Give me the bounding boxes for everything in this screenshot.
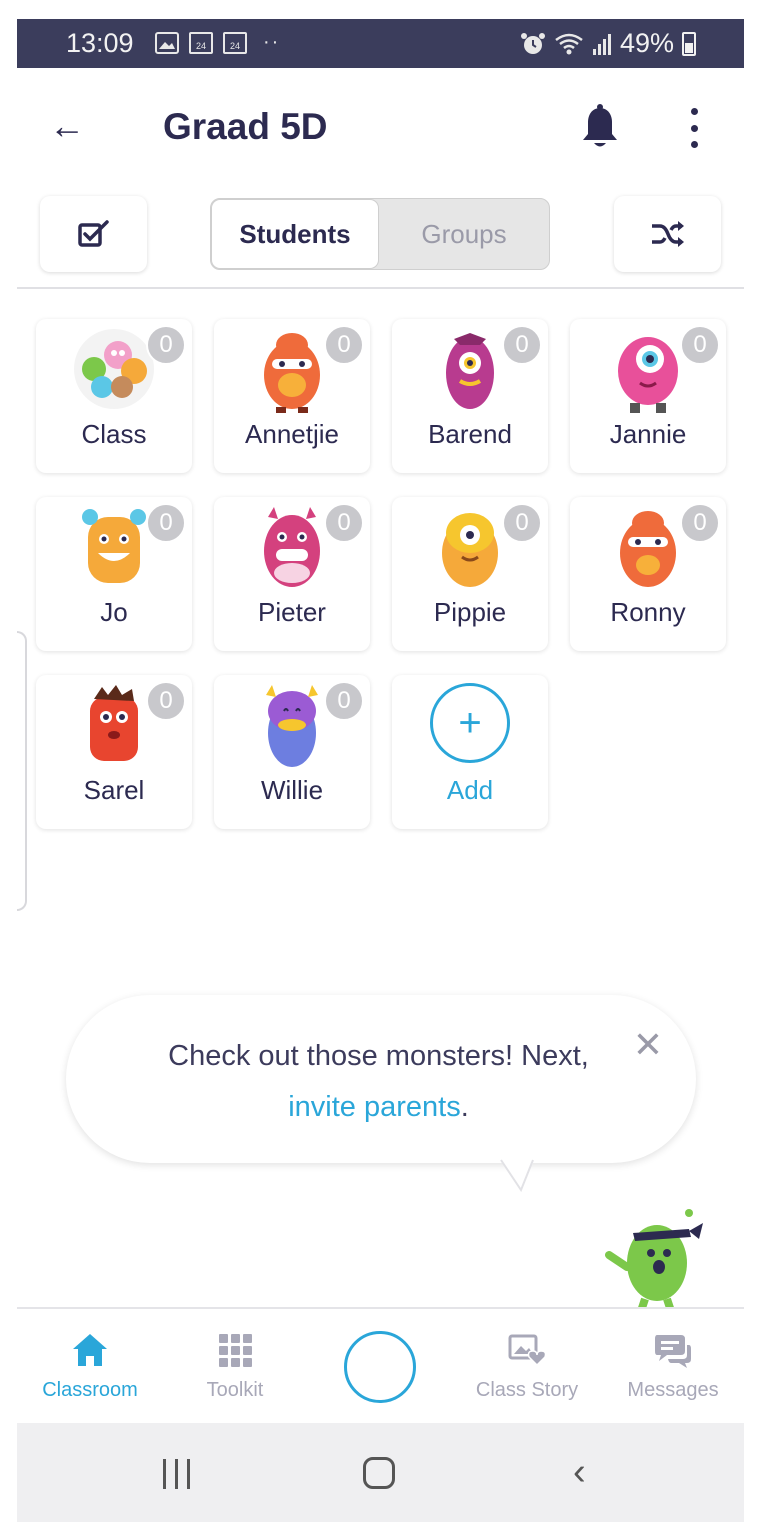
student-card-willie[interactable]: 0 Willie	[214, 675, 370, 829]
view-toggle: Students Groups	[210, 198, 550, 270]
page-title: Graad 5D	[163, 106, 328, 147]
monster-avatar	[266, 685, 318, 767]
nav-class-story[interactable]: Class Story	[471, 1309, 583, 1425]
monster-avatar	[446, 333, 494, 409]
app-screen: 13:09 24 24 ·· 49% ← Graad 5D Students G…	[17, 19, 744, 1522]
home-button-icon[interactable]	[363, 1457, 395, 1489]
student-card-barend[interactable]: 0 Barend	[392, 319, 548, 473]
nav-toolkit[interactable]: Toolkit	[189, 1309, 281, 1425]
tooltip-text-before: Check out those monsters! Next,	[168, 1040, 589, 1072]
recent-apps-icon[interactable]	[163, 1459, 190, 1489]
tab-groups[interactable]: Groups	[379, 199, 549, 269]
student-card-jannie[interactable]: 0 Jannie	[570, 319, 726, 473]
grid-icon	[219, 1334, 252, 1367]
student-card-ronny[interactable]: 0 Ronny	[570, 497, 726, 651]
center-action-button[interactable]	[344, 1331, 416, 1403]
student-name: Pippie	[433, 597, 507, 627]
student-card-class[interactable]: 0 Class	[36, 319, 192, 473]
news24-icon: 24	[223, 31, 247, 54]
student-name: Willie	[260, 775, 324, 805]
status-notification-icons: 24 24 ··	[155, 31, 280, 54]
points-badge: 0	[146, 325, 186, 365]
bottom-navigation: Classroom Toolkit Class Story Messages	[17, 1307, 744, 1423]
nav-label: Toolkit	[206, 1379, 264, 1401]
student-name: Jo	[100, 597, 128, 627]
points-badge: 0	[502, 503, 542, 543]
add-plus-icon: +	[430, 683, 510, 763]
class-group-avatar	[74, 329, 154, 409]
points-badge: 0	[324, 503, 364, 543]
tooltip-text: Check out those monsters! Next, invite p…	[106, 1031, 651, 1133]
points-badge: 0	[680, 503, 720, 543]
student-name: Jannie	[609, 419, 687, 449]
tab-students[interactable]: Students	[211, 199, 379, 269]
monster-avatar	[264, 333, 320, 413]
student-card-annetjie[interactable]: 0 Annetjie	[214, 319, 370, 473]
student-card-pieter[interactable]: 0 Pieter	[214, 497, 370, 651]
points-badge: 0	[680, 325, 720, 365]
monster-avatar	[82, 509, 146, 583]
back-arrow-icon[interactable]: ←	[49, 106, 95, 146]
chat-icon	[655, 1335, 691, 1368]
nav-label: Messages	[627, 1379, 719, 1401]
toolbar: Students Groups	[17, 196, 744, 288]
points-badge: 0	[324, 681, 364, 721]
points-badge: 0	[324, 325, 364, 365]
toolbar-divider	[17, 287, 744, 289]
points-badge: 0	[146, 681, 186, 721]
home-icon	[73, 1334, 107, 1366]
side-drawer-handle[interactable]	[17, 631, 27, 911]
nav-label: Class Story	[475, 1379, 579, 1401]
system-navigation-bar: ‹	[17, 1423, 744, 1522]
points-badge: 0	[502, 325, 542, 365]
more-vertical-icon[interactable]	[679, 106, 709, 150]
student-card-sarel[interactable]: 0 Sarel	[36, 675, 192, 829]
multi-select-button[interactable]	[40, 196, 147, 272]
invite-parents-tooltip: Check out those monsters! Next, invite p…	[66, 995, 696, 1163]
close-icon[interactable]: ✕	[630, 1027, 666, 1065]
checkbox-edit-icon	[77, 220, 109, 247]
app-header: ← Graad 5D	[17, 68, 744, 186]
battery-percent: 49%	[619, 28, 674, 58]
invite-parents-link[interactable]: invite parents	[288, 1091, 461, 1123]
student-name: Class	[81, 419, 147, 449]
signal-icon	[592, 33, 611, 55]
nav-messages[interactable]: Messages	[619, 1309, 727, 1425]
system-back-icon[interactable]: ‹	[573, 1451, 586, 1494]
wifi-icon	[555, 33, 583, 54]
news24-icon: 24	[189, 31, 213, 54]
nav-label: Classroom	[42, 1379, 138, 1401]
monster-avatar	[90, 685, 138, 761]
bell-icon[interactable]	[580, 104, 620, 152]
nav-classroom[interactable]: Classroom	[31, 1309, 149, 1425]
monster-avatar	[264, 507, 320, 587]
alarm-icon	[520, 32, 545, 54]
more-notifications-dots: ··	[263, 31, 281, 53]
shuffle-icon	[651, 221, 684, 247]
student-name: Sarel	[83, 775, 145, 805]
status-bar: 13:09 24 24 ·· 49%	[17, 19, 744, 68]
student-name: Annetjie	[245, 419, 339, 449]
status-system-icons: 49%	[520, 28, 696, 59]
monster-avatar	[618, 337, 678, 413]
add-label: Add	[446, 775, 494, 805]
add-student-button[interactable]: + Add	[392, 675, 548, 829]
bubble-tail	[497, 1154, 537, 1193]
student-card-pippie[interactable]: 0 Pippie	[392, 497, 548, 651]
monster-avatar	[442, 513, 498, 587]
photo-heart-icon	[508, 1334, 547, 1367]
points-badge: 0	[146, 503, 186, 543]
monster-avatar	[620, 511, 676, 587]
student-name: Ronny	[610, 597, 686, 627]
image-icon	[155, 31, 179, 54]
student-name: Pieter	[258, 597, 326, 627]
battery-icon	[682, 31, 696, 56]
student-name: Barend	[428, 419, 512, 449]
tooltip-text-after: .	[460, 1091, 469, 1123]
random-picker-button[interactable]	[614, 196, 721, 272]
status-time: 13:09	[66, 28, 134, 58]
student-card-jo[interactable]: 0 Jo	[36, 497, 192, 651]
mojo-mascot-icon	[605, 1209, 703, 1311]
